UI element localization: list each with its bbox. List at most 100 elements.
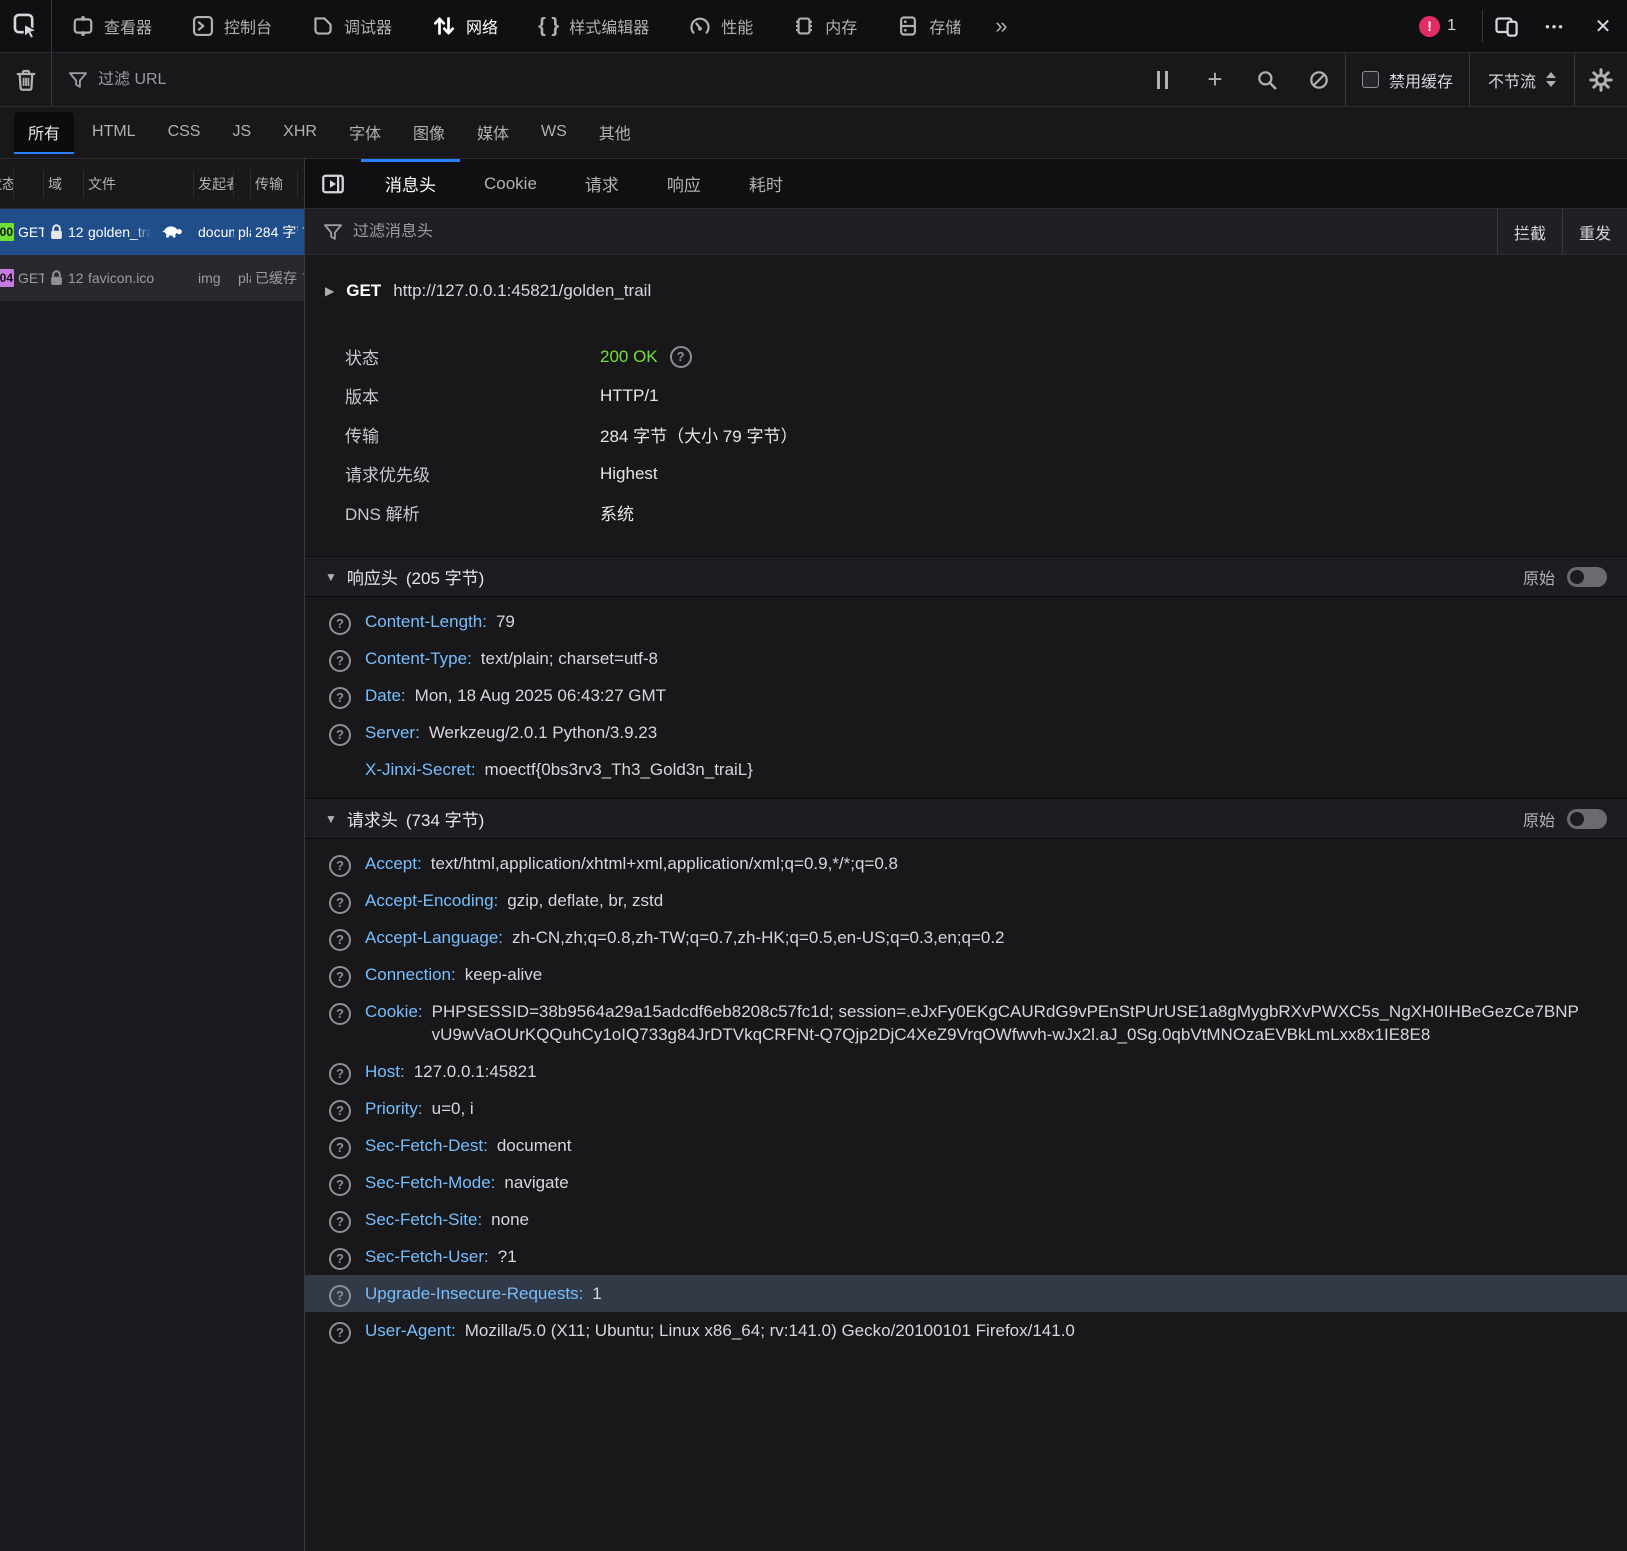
new-request-button[interactable]: + (1189, 53, 1241, 106)
header-row-cookie[interactable]: ? Cookie PHPSESSID=38b9564a29a15adcdf6eb… (305, 993, 1627, 1053)
header-help-icon[interactable]: ? (329, 1320, 351, 1342)
filter-tab-ws[interactable]: WS (527, 115, 581, 151)
column-method[interactable] (14, 170, 44, 198)
search-button[interactable] (1241, 53, 1293, 106)
resend-button[interactable]: 重发 (1562, 209, 1627, 254)
detail-tab-response[interactable]: 响应 (643, 159, 725, 208)
header-help-icon[interactable]: ? (329, 685, 351, 707)
request-row-favicon[interactable]: 404 GET 127.0.0.1:45821 favicon.ico img … (0, 255, 304, 301)
header-row[interactable]: ? Accept text/html,application/xhtml+xml… (305, 845, 1627, 882)
filter-tab-js[interactable]: JS (218, 115, 265, 151)
tab-inspector[interactable]: 查看器 (52, 0, 172, 52)
header-help-icon[interactable]: ? (329, 722, 351, 744)
tab-storage[interactable]: 存储 (877, 0, 981, 52)
disable-cache-option[interactable]: 禁用缓存 (1345, 53, 1469, 106)
header-help-icon[interactable]: ? (329, 648, 351, 670)
header-row[interactable]: ? Priority u=0, i (305, 1090, 1627, 1127)
column-domain[interactable]: 域 (44, 170, 84, 198)
detail-tab-request[interactable]: 请求 (561, 159, 643, 208)
detail-tab-timings[interactable]: 耗时 (725, 159, 807, 208)
tab-debugger[interactable]: 调试器 (292, 0, 412, 52)
header-help-icon[interactable]: ? (329, 890, 351, 912)
disable-cache-checkbox[interactable] (1362, 71, 1379, 88)
header-help-icon[interactable]: ? (329, 611, 351, 633)
block-url-button[interactable]: 拦截 (1497, 209, 1562, 254)
header-help-icon[interactable]: ? (329, 853, 351, 875)
filter-tab-fonts[interactable]: 字体 (335, 112, 395, 154)
header-help-icon[interactable]: ? (329, 1209, 351, 1231)
url-filter-input[interactable] (98, 71, 1121, 89)
header-row[interactable]: ? Connection keep-alive (305, 956, 1627, 993)
clear-requests-button[interactable] (0, 53, 52, 106)
response-headers-section-header[interactable]: ▼ 响应头 (205 字节) 原始 (305, 556, 1627, 597)
column-initiator[interactable]: 发起者 (194, 170, 234, 198)
raw-toggle-switch[interactable] (1567, 567, 1607, 587)
header-help-icon[interactable]: ? (329, 1061, 351, 1083)
network-settings-button[interactable] (1575, 53, 1627, 106)
tab-network[interactable]: 网络 (412, 0, 518, 52)
header-row[interactable]: ? User-Agent Mozilla/5.0 (X11; Ubuntu; L… (305, 1312, 1627, 1349)
pause-traffic-button[interactable] (1137, 53, 1189, 106)
error-badge[interactable]: ! 1 (1419, 16, 1456, 37)
tab-memory[interactable]: 内存 (773, 0, 877, 52)
filter-tab-media[interactable]: 媒体 (463, 112, 523, 154)
request-row-golden-trail[interactable]: 200 GET 127.0.0.1:45821 golden_trail (0, 209, 304, 255)
responsive-mode-button[interactable] (1483, 0, 1531, 52)
split-panel-button[interactable] (305, 159, 361, 208)
request-line[interactable]: ▶ GET http://127.0.0.1:45821/golden_trai… (305, 255, 1627, 315)
element-picker-button[interactable] (0, 0, 52, 52)
tab-console[interactable]: 控制台 (172, 0, 292, 52)
header-row[interactable]: ? Host 127.0.0.1:45821 (305, 1053, 1627, 1090)
tab-style-editor[interactable]: { } 样式编辑器 (518, 0, 669, 52)
header-row[interactable]: ? Sec-Fetch-Dest document (305, 1127, 1627, 1164)
header-row[interactable]: ? Content-Length 79 (305, 603, 1627, 640)
filter-tab-html[interactable]: HTML (78, 115, 150, 151)
column-size[interactable] (298, 170, 304, 198)
status-help-icon[interactable]: ? (670, 346, 692, 368)
filter-tab-css[interactable]: CSS (154, 115, 215, 151)
detail-tab-cookies[interactable]: Cookie (460, 159, 561, 208)
header-help-icon[interactable]: ? (329, 1283, 351, 1305)
header-row[interactable]: ? Sec-Fetch-Site none (305, 1201, 1627, 1238)
filter-tab-other[interactable]: 其他 (585, 112, 645, 154)
close-devtools-button[interactable]: ✕ (1579, 0, 1627, 52)
throttle-dropdown[interactable]: 不节流 (1469, 53, 1575, 106)
header-help-icon[interactable]: ? (329, 1098, 351, 1120)
header-row-selected[interactable]: ? Upgrade-Insecure-Requests 1 (305, 1275, 1627, 1312)
header-row[interactable]: ? Sec-Fetch-Mode navigate (305, 1164, 1627, 1201)
section-collapse-icon[interactable]: ▼ (325, 570, 337, 584)
header-row[interactable]: ? Content-Type text/plain; charset=utf-8 (305, 640, 1627, 677)
column-status[interactable]: 状态 (0, 170, 14, 198)
header-help-icon[interactable]: ? (329, 1135, 351, 1157)
raw-toggle-switch[interactable] (1567, 809, 1607, 829)
header-help-icon[interactable]: ? (329, 927, 351, 949)
collapse-triangle-icon[interactable]: ▶ (325, 284, 334, 298)
header-row[interactable]: ? Server Werkzeug/2.0.1 Python/3.9.23 (305, 714, 1627, 751)
filter-tab-xhr[interactable]: XHR (269, 115, 331, 151)
block-request-button[interactable] (1293, 53, 1345, 106)
headers-scroll-area[interactable]: ▶ GET http://127.0.0.1:45821/golden_trai… (305, 255, 1627, 1551)
filter-tab-images[interactable]: 图像 (399, 112, 459, 154)
request-headers-section-header[interactable]: ▼ 请求头 (734 字节) 原始 (305, 798, 1627, 839)
section-collapse-icon[interactable]: ▼ (325, 812, 337, 826)
detail-tab-headers[interactable]: 消息头 (361, 159, 460, 208)
header-row-secret[interactable]: ? X-Jinxi-Secret moectf{0bs3rv3_Th3_Gold… (305, 751, 1627, 788)
header-help-icon[interactable]: ? (329, 1172, 351, 1194)
header-name: Accept-Encoding (365, 889, 498, 912)
header-help-icon[interactable]: ? (329, 1246, 351, 1268)
column-type[interactable] (234, 170, 251, 198)
column-file[interactable]: 文件 (84, 170, 194, 198)
request-summary: 状态 200 OK ? 版本 HTTP/1 传输 284 字节（大小 79 字节… (305, 315, 1627, 556)
menu-button[interactable]: ••• (1531, 0, 1579, 52)
header-row[interactable]: ? Accept-Encoding gzip, deflate, br, zst… (305, 882, 1627, 919)
header-help-icon[interactable]: ? (329, 1001, 351, 1023)
filter-tab-all[interactable]: 所有 (14, 112, 74, 154)
tab-overflow-chevron[interactable]: » (981, 13, 1017, 39)
tab-performance[interactable]: 性能 (669, 0, 773, 52)
header-help-icon[interactable]: ? (329, 964, 351, 986)
headers-filter-input[interactable] (353, 223, 1479, 241)
header-row[interactable]: ? Date Mon, 18 Aug 2025 06:43:27 GMT (305, 677, 1627, 714)
column-transferred[interactable]: 传输 (251, 170, 298, 198)
header-row[interactable]: ? Sec-Fetch-User ?1 (305, 1238, 1627, 1275)
header-row[interactable]: ? Accept-Language zh-CN,zh;q=0.8,zh-TW;q… (305, 919, 1627, 956)
